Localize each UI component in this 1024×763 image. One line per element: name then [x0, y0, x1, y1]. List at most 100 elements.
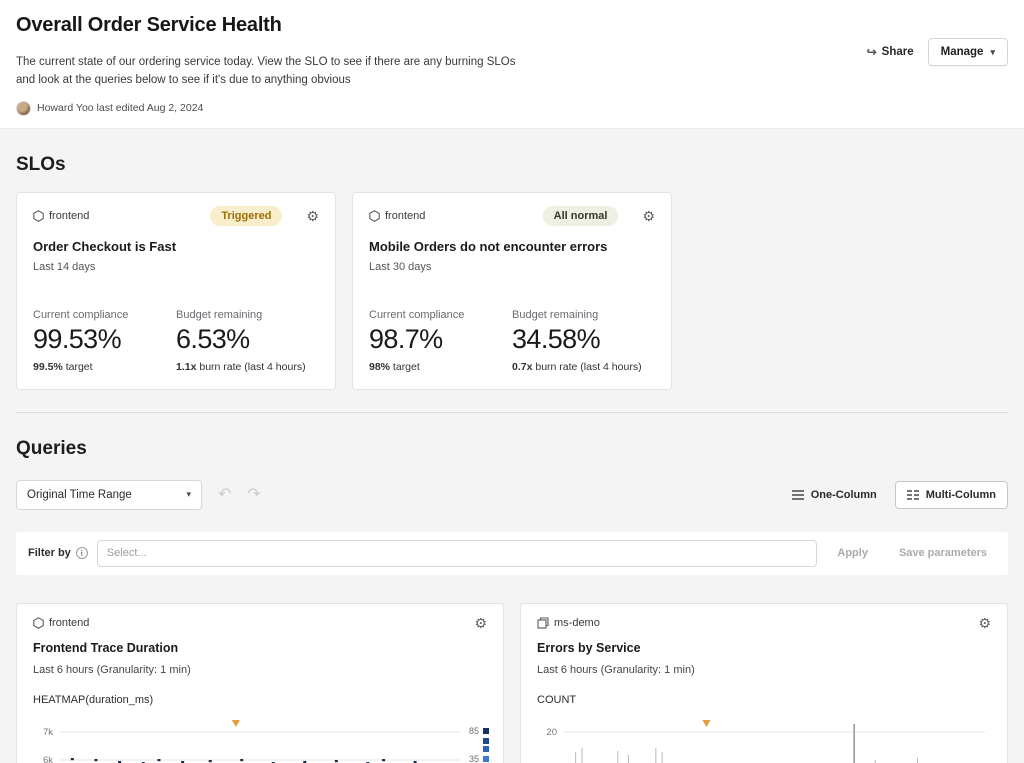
- dataset-name: ms-demo: [554, 617, 600, 629]
- heatmap-chart[interactable]: 7k6k5k 85 35 1: [33, 718, 487, 763]
- legend-swatch: [483, 738, 489, 744]
- multi-column-icon: [907, 490, 919, 500]
- query-title[interactable]: Errors by Service: [537, 641, 991, 655]
- slo-title[interactable]: Order Checkout is Fast: [33, 239, 319, 254]
- burn-rate-footnote: 1.1x burn rate (last 4 hours): [176, 361, 319, 373]
- legend-swatch: [483, 728, 489, 734]
- compliance-value: 98.7%: [369, 324, 512, 355]
- compliance-stat: Current compliance 99.53% 99.5% target: [33, 309, 176, 373]
- count-chart[interactable]: 2015: [537, 718, 991, 763]
- filter-bar: Filter by i Apply Save parameters: [16, 532, 1008, 575]
- chevron-down-icon: ▾: [186, 489, 191, 500]
- status-badge: All normal: [543, 206, 619, 226]
- slos-section-title: SLOs: [16, 129, 1008, 192]
- budget-stat: Budget remaining 34.58% 0.7x burn rate (…: [512, 309, 655, 373]
- dataset-tag[interactable]: ms-demo: [537, 617, 600, 629]
- dataset-name: frontend: [49, 617, 89, 629]
- avatar: [16, 101, 31, 116]
- gear-icon[interactable]: ⚙: [642, 209, 655, 223]
- byline: Howard Yoo last edited Aug 2, 2024: [16, 101, 1008, 116]
- filter-by-label: Filter by i: [26, 547, 88, 559]
- burn-rate-footnote: 0.7x burn rate (last 4 hours): [512, 361, 655, 373]
- manage-button[interactable]: Manage ▾: [928, 38, 1008, 66]
- slo-period: Last 30 days: [369, 261, 655, 273]
- header-actions: ↪ Share Manage ▾: [867, 38, 1008, 66]
- stat-label: Budget remaining: [176, 309, 319, 321]
- queries-toolbar: Original Time Range ▾ ↶ ↷ One-Column Mul…: [16, 476, 1008, 532]
- target-footnote: 98% target: [369, 361, 512, 373]
- stat-label: Budget remaining: [512, 309, 655, 321]
- hexagon-dataset-icon: [369, 210, 380, 222]
- svg-text:20: 20: [546, 727, 557, 738]
- byline-text: Howard Yoo last edited Aug 2, 2024: [37, 102, 203, 114]
- time-range-select[interactable]: Original Time Range ▾: [16, 480, 202, 510]
- chevron-down-icon: ▾: [990, 47, 995, 58]
- dataset-tag[interactable]: frontend: [33, 210, 89, 222]
- filter-by-text: Filter by: [28, 547, 71, 559]
- hexagon-dataset-icon: [33, 210, 44, 222]
- one-column-button[interactable]: One-Column: [780, 481, 889, 509]
- dataset-tag[interactable]: frontend: [369, 210, 425, 222]
- manage-label: Manage: [941, 46, 984, 58]
- share-button[interactable]: ↪ Share: [867, 45, 914, 59]
- info-icon: i: [76, 547, 88, 559]
- query-metric: HEATMAP(duration_ms): [33, 694, 487, 706]
- dataset-name: frontend: [385, 210, 425, 222]
- dataset-name: frontend: [49, 210, 89, 222]
- hexagon-dataset-icon: [33, 617, 44, 629]
- budget-value: 34.58%: [512, 324, 655, 355]
- slo-card-mobile-orders: frontend All normal ⚙ Mobile Orders do n…: [352, 192, 672, 390]
- query-card-frontend-trace-duration: frontend ⚙ Frontend Trace Duration Last …: [16, 603, 504, 763]
- gear-icon[interactable]: ⚙: [474, 616, 487, 630]
- gear-icon[interactable]: ⚙: [306, 209, 319, 223]
- compliance-stat: Current compliance 98.7% 98% target: [369, 309, 512, 373]
- compliance-value: 99.53%: [33, 324, 176, 355]
- page-title: Overall Order Service Health: [16, 14, 1008, 37]
- share-icon: ↪: [867, 45, 877, 59]
- filter-select-input[interactable]: [97, 540, 818, 567]
- one-column-label: One-Column: [811, 489, 877, 501]
- history-back-icon[interactable]: ↶: [218, 487, 231, 503]
- dashboard-header: Overall Order Service Health ↪ Share Man…: [0, 0, 1024, 128]
- environment-icon: [537, 617, 549, 629]
- query-period: Last 6 hours (Granularity: 1 min): [537, 664, 991, 676]
- multi-column-label: Multi-Column: [926, 489, 996, 501]
- slo-period: Last 14 days: [33, 261, 319, 273]
- one-column-icon: [792, 490, 804, 500]
- apply-button[interactable]: Apply: [826, 541, 879, 565]
- budget-stat: Budget remaining 6.53% 1.1x burn rate (l…: [176, 309, 319, 373]
- svg-text:7k: 7k: [43, 727, 53, 738]
- history-forward-icon[interactable]: ↷: [247, 487, 260, 503]
- column-layout-switch: One-Column Multi-Column: [780, 481, 1008, 509]
- query-metric: COUNT: [537, 694, 991, 706]
- query-title[interactable]: Frontend Trace Duration: [33, 641, 487, 655]
- legend-swatch: [483, 756, 489, 762]
- slo-title[interactable]: Mobile Orders do not encounter errors: [369, 239, 655, 254]
- slo-card-order-checkout: frontend Triggered ⚙ Order Checkout is F…: [16, 192, 336, 390]
- stat-label: Current compliance: [33, 309, 176, 321]
- svg-text:6k: 6k: [43, 755, 53, 763]
- gear-icon[interactable]: ⚙: [978, 616, 991, 630]
- legend-value: 85: [467, 726, 479, 736]
- heatmap-legend: 85 35 1: [467, 726, 489, 763]
- slo-card-row: frontend Triggered ⚙ Order Checkout is F…: [16, 192, 1008, 412]
- stat-label: Current compliance: [369, 309, 512, 321]
- share-label: Share: [882, 46, 914, 58]
- dataset-tag[interactable]: frontend: [33, 617, 89, 629]
- time-range-value: Original Time Range: [27, 489, 132, 501]
- queries-section-title: Queries: [16, 413, 1008, 476]
- page-description: The current state of our ordering servic…: [16, 53, 521, 90]
- legend-value: 35: [467, 754, 479, 763]
- count-chart-canvas: 2015: [537, 718, 985, 763]
- target-footnote: 99.5% target: [33, 361, 176, 373]
- heatmap-chart-canvas: 7k6k5k: [33, 718, 461, 763]
- budget-value: 6.53%: [176, 324, 319, 355]
- query-period: Last 6 hours (Granularity: 1 min): [33, 664, 487, 676]
- multi-column-button[interactable]: Multi-Column: [895, 481, 1008, 509]
- legend-swatch: [483, 746, 489, 752]
- dashboard-body: SLOs frontend Triggered ⚙ Order Checkout…: [0, 128, 1024, 763]
- query-card-row: frontend ⚙ Frontend Trace Duration Last …: [16, 603, 1008, 763]
- query-card-errors-by-service: ms-demo ⚙ Errors by Service Last 6 hours…: [520, 603, 1008, 763]
- save-parameters-button[interactable]: Save parameters: [888, 541, 998, 565]
- status-badge: Triggered: [210, 206, 282, 226]
